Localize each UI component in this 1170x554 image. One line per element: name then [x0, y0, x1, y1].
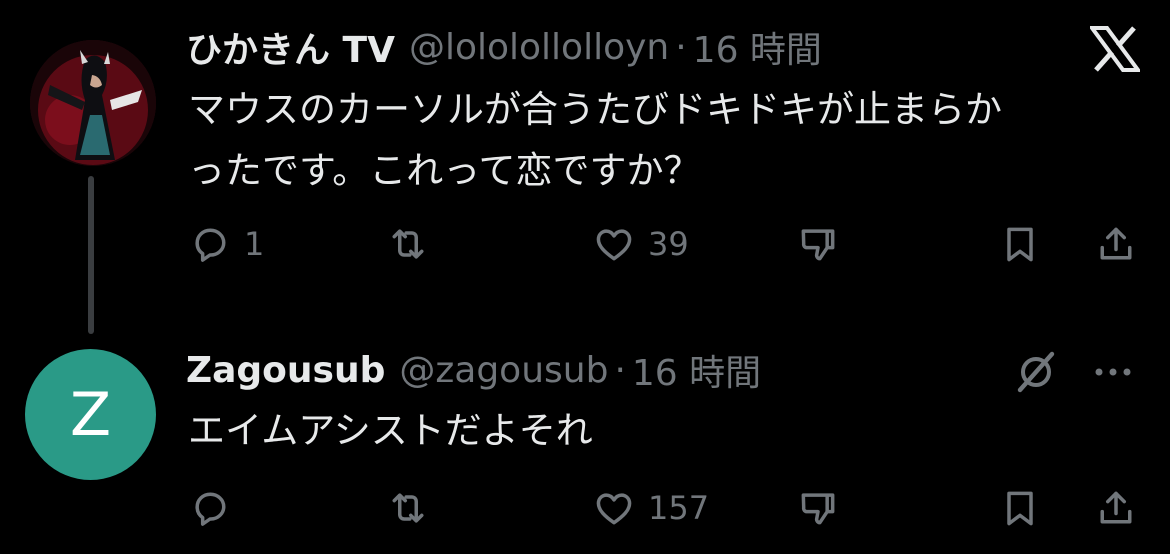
- reply-icon: [195, 228, 226, 262]
- tweet-text-line-2: ったです。これって恋ですか？: [188, 149, 701, 192]
- share-icon: [1100, 491, 1132, 524]
- display-name[interactable]: ひかきん TV: [186, 21, 395, 73]
- bookmark-button[interactable]: [998, 486, 1042, 530]
- grok-icon[interactable]: [1012, 348, 1060, 400]
- heart-icon: [596, 229, 632, 261]
- bookmark-icon: [1007, 491, 1033, 526]
- like-button[interactable]: 39: [592, 222, 689, 266]
- bookmark-icon: [1007, 227, 1033, 262]
- repost-button[interactable]: [386, 486, 442, 530]
- avatar-image: [30, 40, 156, 166]
- avatar[interactable]: [30, 40, 156, 166]
- avatar[interactable]: Z: [25, 349, 156, 480]
- separator: ·: [614, 349, 626, 391]
- avatar-letter: Z: [69, 379, 112, 450]
- timestamp[interactable]: 16 時間: [693, 21, 822, 73]
- share-button[interactable]: [1094, 486, 1138, 530]
- tweet-header: ひかきん TV @lololollolloyn · 16 時間: [186, 21, 822, 73]
- thumbs-down-icon: [801, 493, 835, 525]
- tweet-text: エイムアシストだよそれ: [188, 409, 593, 452]
- repost-icon: [392, 229, 424, 259]
- display-name[interactable]: Zagousub: [186, 350, 385, 391]
- share-button[interactable]: [1094, 222, 1138, 266]
- thread-connector-line: [88, 176, 94, 334]
- share-icon: [1100, 227, 1132, 260]
- thumbs-down-icon: [801, 229, 835, 261]
- tweet-text-line-1: マウスのカーソルが合うたびドキドキが止まらか: [188, 88, 1002, 131]
- bookmark-button[interactable]: [998, 222, 1042, 266]
- reply-icon: [195, 492, 226, 526]
- repost-icon: [392, 493, 424, 523]
- reply-button[interactable]: 1: [188, 222, 264, 266]
- user-handle[interactable]: @zagousub: [399, 350, 608, 391]
- heart-icon: [596, 493, 632, 525]
- reply-button[interactable]: [188, 486, 244, 530]
- repost-button[interactable]: [386, 222, 442, 266]
- more-icon[interactable]: [1090, 358, 1136, 390]
- tweet-header: Zagousub @zagousub · 16 時間: [186, 344, 761, 396]
- reply-count: 1: [244, 225, 265, 263]
- like-count: 39: [648, 225, 689, 263]
- timestamp[interactable]: 16 時間: [632, 344, 761, 396]
- separator: ·: [675, 26, 687, 68]
- x-logo-icon: [1088, 26, 1142, 76]
- user-handle[interactable]: @lololollolloyn: [409, 27, 669, 68]
- like-button[interactable]: 157: [592, 486, 709, 530]
- dislike-button[interactable]: [796, 222, 840, 266]
- dislike-button[interactable]: [796, 486, 840, 530]
- like-count: 157: [648, 489, 710, 527]
